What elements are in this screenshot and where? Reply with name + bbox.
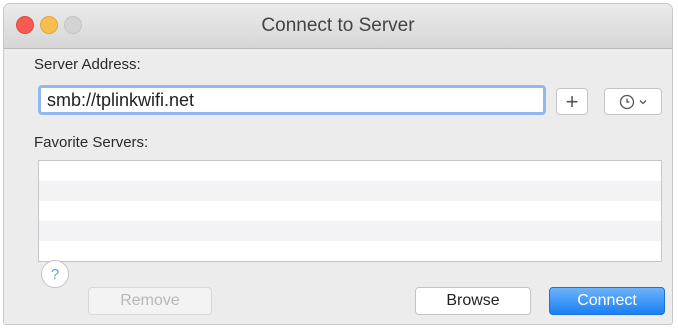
server-address-input[interactable] <box>38 85 546 115</box>
favorite-servers-label: Favorite Servers: <box>34 134 149 151</box>
remove-button-label: Remove <box>120 292 180 309</box>
chevron-down-icon <box>639 99 646 104</box>
list-row <box>39 161 661 181</box>
connect-button-label: Connect <box>577 292 637 309</box>
list-row <box>39 201 661 221</box>
list-row <box>39 221 661 241</box>
help-button[interactable]: ? <box>41 260 69 288</box>
clock-icon <box>619 94 634 109</box>
favorite-servers-list[interactable] <box>38 160 662 262</box>
list-row <box>39 181 661 201</box>
browse-button-label: Browse <box>446 292 500 309</box>
plus-icon: + <box>565 88 579 114</box>
list-row <box>39 241 661 261</box>
browse-button[interactable]: Browse <box>415 287 531 315</box>
title-bar: Connect to Server <box>4 4 672 49</box>
add-favorite-button[interactable]: + <box>556 88 588 115</box>
connect-button[interactable]: Connect <box>549 287 665 315</box>
recent-servers-button[interactable] <box>604 88 662 115</box>
connect-to-server-window: Connect to Server Server Address: + Favo… <box>4 4 672 324</box>
remove-button[interactable]: Remove <box>88 287 212 315</box>
window-title: Connect to Server <box>261 15 415 36</box>
server-address-label: Server Address: <box>34 56 141 73</box>
help-icon: ? <box>50 265 60 283</box>
